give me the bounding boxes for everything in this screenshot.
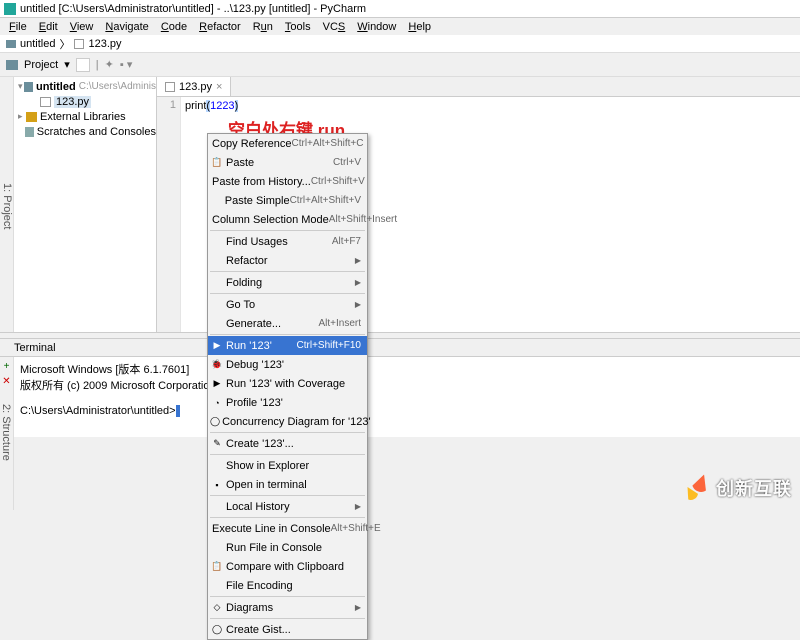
pycharm-icon [4, 3, 16, 15]
terminal-tab[interactable]: Terminal [0, 339, 800, 357]
context-menu: Copy ReferenceCtrl+Alt+Shift+C📋PasteCtrl… [207, 133, 368, 640]
ctx-item[interactable]: Find UsagesAlt+F7 [208, 232, 367, 251]
watermark: 创新互联 [682, 474, 792, 502]
chevron-right-icon: ▶ [355, 278, 361, 287]
breadcrumb-file[interactable]: 123.py [88, 38, 121, 50]
ctx-item[interactable]: ◔Profile '123' [208, 393, 367, 412]
folder-icon [6, 60, 18, 70]
line-gutter: 1 [157, 97, 181, 332]
ctx-item[interactable]: Column Selection ModeAlt+Shift+Insert [208, 210, 367, 229]
menu-refactor[interactable]: Refactor [194, 20, 246, 34]
close-icon[interactable]: × [216, 81, 222, 93]
chevron-right-icon: ▶ [355, 603, 361, 612]
menu-tools[interactable]: Tools [280, 20, 316, 34]
project-toolbar: Project ▾ | ✦ ▪ ▾ [0, 53, 800, 77]
watermark-logo-icon [682, 474, 710, 502]
close-icon[interactable]: ✕ [2, 376, 10, 387]
menu-help[interactable]: Help [403, 20, 436, 34]
project-tree[interactable]: ▾untitled C:\Users\Adminis 123.py ▸Exter… [14, 77, 157, 332]
breadcrumb-bar: untitled 〉 123.py [0, 35, 800, 53]
left-toolwindow-bar: 2: Structure avorites [0, 400, 14, 510]
ctx-item[interactable]: Refactor▶ [208, 251, 367, 270]
breadcrumb-root[interactable]: untitled [20, 38, 55, 50]
python-file-icon [74, 39, 84, 49]
ctx-item[interactable]: Local History▶ [208, 497, 367, 516]
run-item[interactable]: ▶Run '123'Ctrl+Shift+F10 [208, 336, 367, 355]
window-titlebar: untitled [C:\Users\Administrator\untitle… [0, 0, 800, 18]
ctx-item[interactable]: Go To▶ [208, 295, 367, 314]
python-file-icon [165, 82, 175, 92]
ctx-item[interactable]: 📋PasteCtrl+V [208, 153, 367, 172]
ctx-item[interactable]: Generate...Alt+Insert [208, 314, 367, 333]
editor-tabstrip: 123.py × [157, 77, 800, 97]
tree-scratches[interactable]: Scratches and Consoles [14, 124, 156, 139]
folder-icon [6, 40, 16, 48]
settings-icon[interactable] [76, 58, 90, 72]
ctx-item[interactable]: Execute Line in ConsoleAlt+Shift+E [208, 519, 367, 538]
ctx-item[interactable]: Copy ReferenceCtrl+Alt+Shift+C [208, 134, 367, 153]
main-menubar: FileEditViewNavigateCodeRefactorRunTools… [0, 18, 800, 35]
ctx-item[interactable]: Paste from History...Ctrl+Shift+V [208, 172, 367, 191]
ctx-item[interactable]: ▶Run '123' with Coverage [208, 374, 367, 393]
project-label[interactable]: Project [24, 59, 58, 71]
menu-vcs[interactable]: VCS [318, 20, 351, 34]
window-title: untitled [C:\Users\Administrator\untitle… [20, 3, 366, 15]
menu-navigate[interactable]: Navigate [100, 20, 153, 34]
terminal-panel: Terminal + ✕ Microsoft Windows [版本 6.1.7… [0, 338, 800, 437]
ctx-item[interactable]: Run File in Console [208, 538, 367, 557]
chevron-right-icon: ▶ [355, 300, 361, 309]
menu-edit[interactable]: Edit [34, 20, 63, 34]
ctx-item[interactable]: Show in Explorer [208, 456, 367, 475]
menu-file[interactable]: File [4, 20, 32, 34]
ctx-item[interactable]: ◯Concurrency Diagram for '123' [208, 412, 367, 431]
ctx-item[interactable]: ▪Open in terminal [208, 475, 367, 494]
menu-window[interactable]: Window [352, 20, 401, 34]
ctx-item[interactable]: File Encoding [208, 576, 367, 595]
ctx-item[interactable]: 🐞Debug '123' [208, 355, 367, 374]
chevron-right-icon: ▶ [355, 256, 361, 265]
plus-icon[interactable]: + [4, 361, 10, 372]
menu-view[interactable]: View [65, 20, 99, 34]
ctx-item[interactable]: ◯Create Gist... [208, 620, 367, 639]
tree-external-libs[interactable]: ▸External Libraries [14, 109, 156, 124]
tree-file[interactable]: 123.py [14, 94, 156, 109]
editor-tab[interactable]: 123.py × [157, 77, 231, 96]
tree-root[interactable]: ▾untitled C:\Users\Adminis [14, 79, 156, 94]
ctx-item[interactable]: Folding▶ [208, 273, 367, 292]
left-gutter: 1: Project [0, 77, 14, 332]
terminal-cursor [176, 405, 180, 417]
terminal-body[interactable]: + ✕ Microsoft Windows [版本 6.1.7601] 版权所有… [0, 357, 800, 437]
ctx-item[interactable]: ✎Create '123'... [208, 434, 367, 453]
menu-run[interactable]: Run [248, 20, 278, 34]
ctx-item[interactable]: 📋Compare with Clipboard [208, 557, 367, 576]
ctx-item[interactable]: ◇Diagrams▶ [208, 598, 367, 617]
menu-code[interactable]: Code [156, 20, 192, 34]
ctx-item[interactable]: Paste SimpleCtrl+Alt+Shift+V [208, 191, 367, 210]
